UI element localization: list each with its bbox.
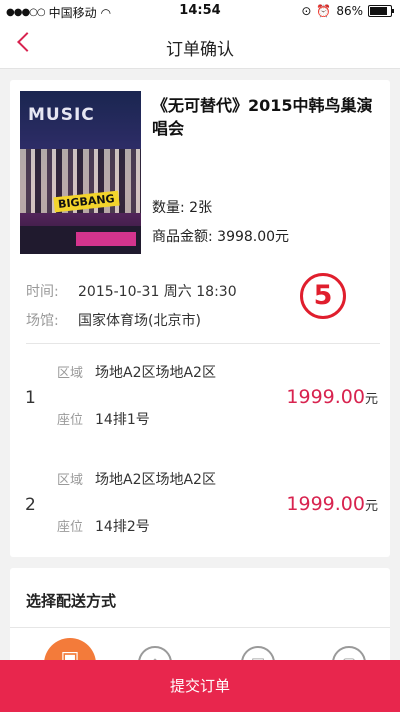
price-unit: 元 bbox=[364, 499, 378, 514]
poster-headline: MUSIC bbox=[28, 105, 95, 125]
delivery-title: 选择配送方式 bbox=[26, 592, 117, 610]
zone-label: 区域 bbox=[57, 366, 84, 381]
order-amount: 商品金额: 3998.00元 bbox=[152, 229, 290, 245]
status-right: ⊙ ⏰ 86% bbox=[301, 4, 394, 18]
step-marker: 5 bbox=[300, 273, 346, 319]
submit-order-button[interactable]: 提交订单 bbox=[0, 660, 400, 712]
nav-bar: 订单确认 bbox=[0, 22, 400, 69]
order-card: MUSIC BIGBANG 《无可替代》2015中韩鸟巢演唱会 数量: 2张 商… bbox=[10, 80, 390, 557]
ticket-quantity: 数量: 2张 bbox=[152, 200, 213, 216]
battery-fill bbox=[370, 7, 388, 15]
time-value: 2015-10-31 周六 18:30 bbox=[78, 284, 237, 300]
ticket-index: 2 bbox=[25, 495, 36, 515]
ticket-price: 1999.00元 bbox=[286, 493, 378, 515]
divider bbox=[26, 343, 380, 344]
ticket-zone: 区域 场地A2区场地A2区 bbox=[57, 362, 216, 382]
event-title: 《无可替代》2015中韩鸟巢演唱会 bbox=[152, 96, 373, 138]
divider bbox=[10, 627, 390, 628]
seat-value: 14排2号 bbox=[95, 519, 150, 535]
venue-row: 场馆: 国家体育场(北京市) bbox=[26, 310, 201, 330]
zone-value: 场地A2区场地A2区 bbox=[95, 472, 216, 488]
price-value: 1999.00 bbox=[286, 386, 365, 408]
ticket-seat: 座位 14排2号 bbox=[57, 516, 150, 536]
seat-label: 座位 bbox=[57, 413, 84, 428]
event-time-row: 时间: 2015-10-31 周六 18:30 bbox=[26, 281, 237, 301]
status-bar: ●●●○○ 中国移动 ◠ 14:54 ⊙ ⏰ 86% bbox=[0, 0, 400, 22]
alarm-icon: ⏰ bbox=[316, 4, 332, 18]
time-label: 时间: bbox=[26, 284, 59, 300]
ticket-seat: 座位 14排1号 bbox=[57, 409, 150, 429]
zone-label: 区域 bbox=[57, 473, 84, 488]
battery-icon bbox=[368, 5, 394, 17]
ticket-row: 2 区域 场地A2区场地A2区 座位 14排2号 1999.00元 bbox=[10, 467, 390, 562]
ticket-row: 1 区域 场地A2区场地A2区 座位 14排1号 1999.00元 bbox=[10, 360, 390, 455]
battery-percent: 86% bbox=[336, 4, 363, 18]
seat-label: 座位 bbox=[57, 520, 84, 535]
venue-label: 场馆: bbox=[26, 313, 59, 329]
ticket-price: 1999.00元 bbox=[286, 386, 378, 408]
page-title: 订单确认 bbox=[166, 40, 234, 60]
ticket-zone: 区域 场地A2区场地A2区 bbox=[57, 469, 216, 489]
zone-value: 场地A2区场地A2区 bbox=[95, 365, 216, 381]
venue-value: 国家体育场(北京市) bbox=[78, 313, 201, 329]
price-unit: 元 bbox=[364, 392, 378, 407]
lock-rotation-icon: ⊙ bbox=[301, 4, 312, 18]
seat-value: 14排1号 bbox=[95, 412, 150, 428]
price-value: 1999.00 bbox=[286, 493, 365, 515]
poster-strip bbox=[76, 232, 136, 246]
ticket-index: 1 bbox=[25, 388, 36, 408]
event-poster-image: MUSIC BIGBANG bbox=[20, 91, 141, 254]
